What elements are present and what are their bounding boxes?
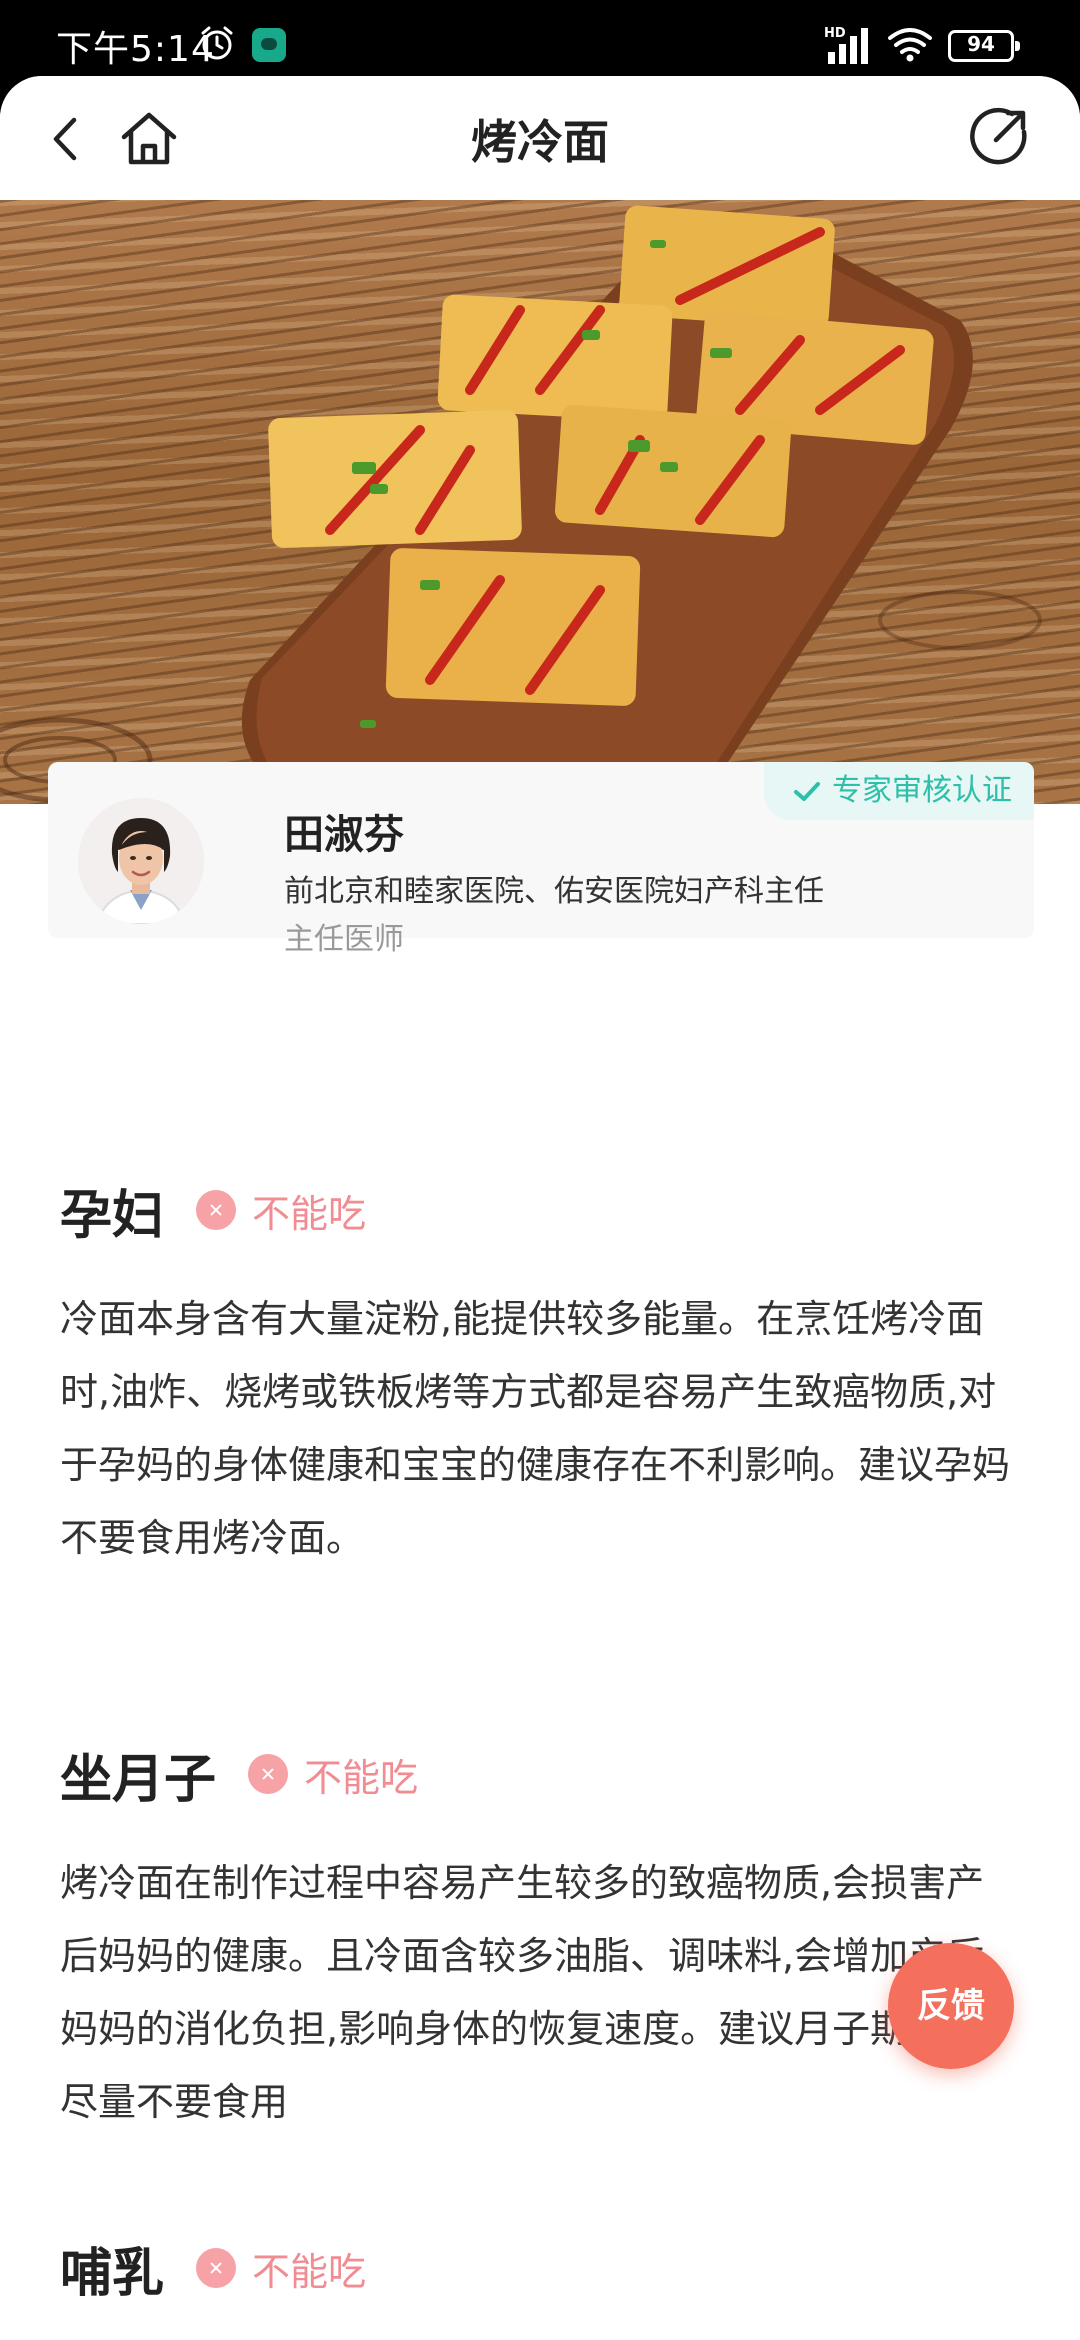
section-title: 孕妇	[60, 1185, 165, 1246]
alarm-icon	[201, 26, 233, 60]
food-hero-image	[0, 200, 1080, 804]
battery-icon: 94	[948, 30, 1020, 62]
expert-title: 前北京和睦家医院、佑安医院妇产科主任	[284, 874, 824, 909]
feedback-button[interactable]: 反馈	[888, 1943, 1014, 2069]
expert-verified-badge: 专家审核认证	[764, 762, 1034, 820]
share-icon[interactable]	[966, 104, 1032, 170]
top-nav: 烤冷面	[0, 76, 1080, 200]
section-header: 哺乳 不能吃	[60, 2233, 1020, 2304]
section-header: 坐月子 不能吃	[60, 1739, 1020, 1810]
verdict-badge: 不能吃	[248, 1747, 418, 1802]
section-title: 哺乳	[60, 2243, 165, 2304]
expert-name: 田淑芬	[284, 812, 404, 858]
section-title: 坐月子	[60, 1749, 217, 1810]
status-time: 下午5:14	[56, 29, 215, 70]
section-postpartum: 坐月子 不能吃 烤冷面在制作过程中容易产生较多的致癌物质,会损害产后妈妈的健康。…	[60, 1739, 1020, 2139]
section-body: 烤冷面在制作过程中容易产生较多的致癌物质,会损害产后妈妈的健康。且冷面含较多油脂…	[60, 1861, 985, 2124]
verdict-text: 不能吃	[252, 2249, 367, 2294]
section-body: 冷面本身含有大量淀粉,能提供较多能量。在烹饪烤冷面时,油炸、烧烤或铁板烤等方式都…	[60, 1297, 1011, 1560]
avatar	[78, 798, 204, 924]
verdict-text: 不能吃	[304, 1755, 419, 1800]
cross-circle-icon	[196, 1190, 237, 1230]
grilled-cold-noodle-illustration	[0, 205, 1042, 804]
verdict-badge: 不能吃	[196, 1183, 366, 1238]
battery-level: 94	[967, 32, 995, 56]
verdict-badge: 不能吃	[196, 2241, 366, 2296]
section-breastfeeding: 哺乳 不能吃	[60, 2233, 1020, 2304]
app-notification-icon	[252, 28, 286, 62]
expert-role: 主任医师	[284, 922, 404, 957]
section-header: 孕妇 不能吃	[60, 1175, 1020, 1246]
status-bar: 下午5:14 HD 94	[0, 0, 1080, 80]
section-pregnant: 孕妇 不能吃 冷面本身含有大量淀粉,能提供较多能量。在烹饪烤冷面时,油炸、烧烤或…	[60, 1175, 1020, 1575]
signal-icon	[828, 28, 868, 64]
cross-circle-icon	[248, 1754, 289, 1794]
page-title: 烤冷面	[471, 115, 609, 169]
expert-verified-label: 专家审核认证	[832, 773, 1012, 808]
verdict-text: 不能吃	[252, 1191, 367, 1236]
expert-card[interactable]: 专家审核认证 田淑芬 前北京和睦家医院、佑安医院妇产科主任 主任医师	[48, 762, 1034, 957]
wifi-icon	[888, 28, 932, 62]
page: 烤冷面 专家审核认证 田淑芬 前北京和睦家医院、佑安医院妇产科主任 主任医师 孕…	[0, 76, 1080, 2340]
check-icon	[794, 782, 820, 801]
cross-circle-icon	[196, 2248, 237, 2288]
